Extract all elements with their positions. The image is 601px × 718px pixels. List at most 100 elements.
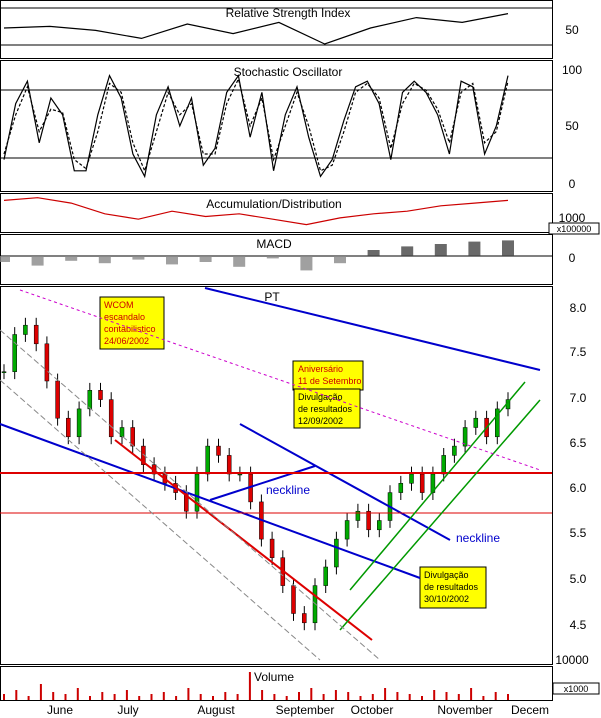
rsi-tick-50: 50 <box>565 23 579 37</box>
macd-bar <box>468 241 481 256</box>
price-tick-8.0: 8.0 <box>570 301 587 315</box>
note-wcom-line-1: WCOM <box>104 300 134 310</box>
note-results-oct-line-3: 30/10/2002 <box>424 594 469 604</box>
candle-body <box>130 427 135 447</box>
volume-bar <box>3 694 5 700</box>
candle-body <box>398 483 404 493</box>
macd-bar <box>334 256 346 264</box>
note-wcom-line-3: contabilistico <box>104 324 156 334</box>
stochastic-d-line <box>3 77 509 173</box>
volume-bar <box>322 694 325 700</box>
lower-blue-trend-line <box>0 423 421 579</box>
volume-bar <box>64 694 67 700</box>
price-tick-6.5: 6.5 <box>570 436 587 450</box>
note-results-oct-line-1: Divulgação <box>424 570 469 580</box>
macd-bar <box>300 256 313 271</box>
candle-body <box>441 455 446 475</box>
candle-body <box>291 585 296 614</box>
magenta-dashed-line <box>19 289 541 471</box>
macd-bar <box>98 256 111 264</box>
gray-dashed-line-2 <box>0 379 321 661</box>
candle-body <box>23 324 28 335</box>
volume-bar <box>371 694 374 700</box>
x-tick-december: Decem <box>511 703 549 717</box>
candle-body <box>44 343 50 382</box>
candle-body <box>269 538 275 558</box>
note-aniversario-line-2: 11 de Setembro <box>298 376 361 386</box>
stochastic-title: Stochastic Oscillator <box>234 65 343 79</box>
price-tick-5.0: 5.0 <box>570 572 587 586</box>
volume-bar <box>52 692 55 700</box>
x-tick-august: August <box>197 703 235 717</box>
volume-bar <box>138 696 141 700</box>
technical-chart: Relative Strength Index Stochastic Oscil… <box>0 0 600 717</box>
macd-bar <box>199 256 212 262</box>
x-tick-june: June <box>47 703 73 717</box>
x-tick-july: July <box>117 703 138 717</box>
volume-bar <box>433 690 436 700</box>
neckline-label-2: neckline <box>456 531 500 545</box>
volume-tick-10000: 10000 <box>555 653 589 667</box>
macd-bar <box>0 256 10 262</box>
macd-bar <box>233 256 246 267</box>
volume-bar <box>39 684 42 700</box>
stoch-tick-100: 100 <box>562 63 582 77</box>
candle-body <box>344 520 350 540</box>
price-tick-7.5: 7.5 <box>570 345 587 359</box>
volume-bar <box>150 694 153 700</box>
macd-tick-0: 0 <box>569 251 576 265</box>
volume-bar <box>89 696 91 700</box>
macd-bar <box>132 256 145 260</box>
volume-unit: x1000 <box>564 684 589 694</box>
volume-bar <box>162 692 165 700</box>
volume-bar <box>298 692 300 700</box>
macd-bar <box>31 256 44 266</box>
volume-bar <box>187 688 190 700</box>
macd-bar <box>401 246 414 256</box>
candle-body <box>55 380 60 419</box>
macd-bar <box>266 256 279 259</box>
note-results-oct: Divulgação de resultados 30/10/2002 <box>419 566 487 609</box>
note-results-sep-line-3: 12/09/2002 <box>298 416 343 426</box>
volume-bar <box>457 694 460 700</box>
volume-bar <box>396 692 399 700</box>
indicator-lines <box>0 7 552 271</box>
note-results-oct-line-2: de resultados <box>424 582 479 592</box>
price-tick-4.5: 4.5 <box>570 618 587 632</box>
volume-bar <box>248 672 251 700</box>
candle-body <box>473 417 479 428</box>
note-aniversario-line-1: Aniversário <box>298 364 343 374</box>
note-aniversario: Aniversário 11 de Setembro <box>292 360 364 391</box>
x-tick-september: September <box>276 703 335 717</box>
stochastic-k-line <box>3 74 509 179</box>
volume-bar <box>408 694 411 700</box>
candle-body <box>12 334 17 372</box>
price-tick-6.0: 6.0 <box>570 481 587 495</box>
candle-body <box>1 371 7 373</box>
accdist-unit: x100000 <box>557 224 592 234</box>
volume-bar <box>273 694 276 700</box>
x-tick-october: October <box>351 703 394 717</box>
volume-bar <box>76 688 79 700</box>
stochastic-panel <box>0 60 553 192</box>
candle-body <box>33 324 39 345</box>
green-channel-upper <box>349 381 526 591</box>
candle-body <box>226 455 232 475</box>
candle-body <box>323 566 328 586</box>
volume-bar <box>421 696 423 700</box>
volume-title: Volume <box>254 670 294 684</box>
macd-bar <box>65 256 78 261</box>
volume-bar <box>175 696 178 700</box>
macd-bar <box>502 240 514 256</box>
note-wcom: WCOM escandalo contabilistico 24/06/2002 <box>99 296 165 350</box>
candle-body <box>108 399 114 438</box>
volume-bar <box>310 688 313 700</box>
candle-body <box>216 445 221 456</box>
stoch-tick-0: 0 <box>569 177 576 191</box>
volume-bar <box>113 694 116 700</box>
volume-bar <box>212 696 214 700</box>
price-tick-7.0: 7.0 <box>570 391 587 405</box>
volume-bar <box>359 696 362 700</box>
macd-bar <box>166 256 178 265</box>
volume-bar <box>125 690 128 700</box>
